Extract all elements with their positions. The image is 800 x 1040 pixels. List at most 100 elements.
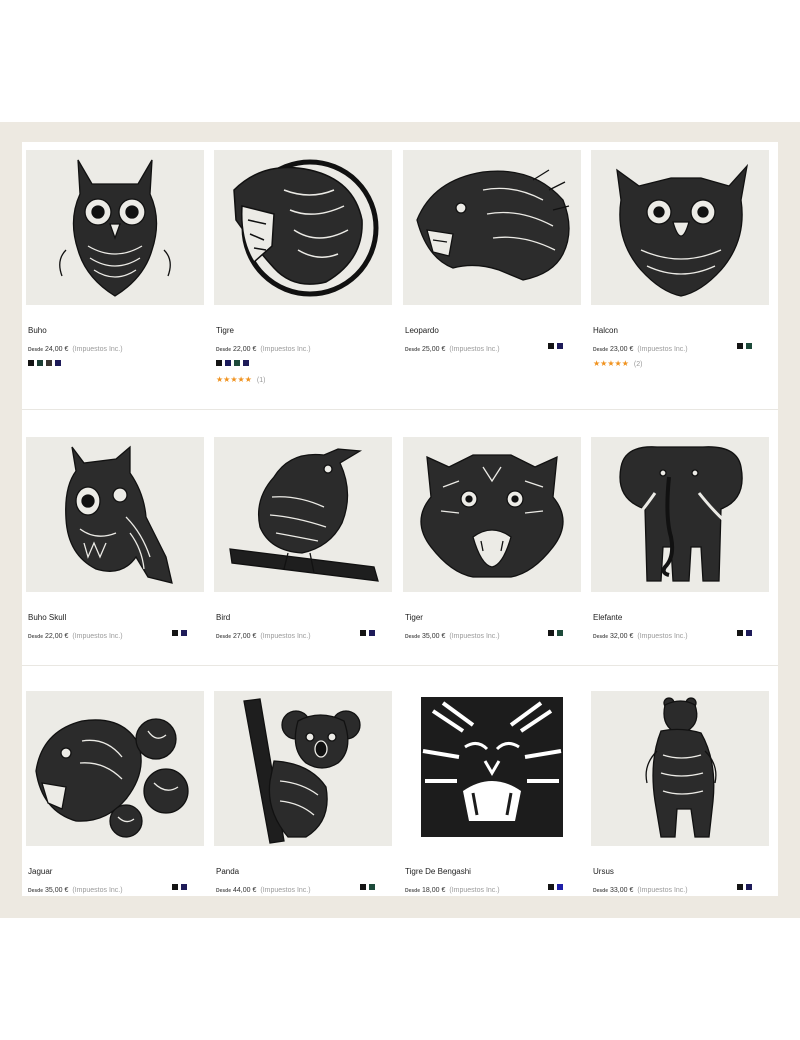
product-rating[interactable]: ★★★★★ (1) — [216, 376, 265, 384]
color-swatch-black[interactable] — [737, 343, 743, 349]
product-image[interactable] — [26, 691, 204, 846]
product-title[interactable]: Tiger — [405, 613, 423, 622]
product-price: 24,00 € — [45, 346, 69, 353]
color-swatch-navy[interactable] — [225, 360, 231, 366]
color-swatch-black[interactable] — [548, 630, 554, 636]
product-title[interactable]: Tigre — [216, 326, 234, 335]
color-swatch-navy[interactable] — [243, 360, 249, 366]
color-swatch-navy[interactable] — [181, 630, 187, 636]
jaguar-icon — [35, 718, 189, 838]
color-swatch-black[interactable] — [548, 884, 554, 890]
color-swatch-navy[interactable] — [746, 884, 752, 890]
color-swatch-navy[interactable] — [557, 343, 563, 349]
product-title[interactable]: Jaguar — [28, 867, 52, 876]
product-title[interactable]: Halcon — [593, 326, 618, 335]
tax-note: (Impuestos Inc.) — [637, 633, 688, 640]
tax-note: (Impuestos Inc.) — [449, 887, 500, 894]
bengal-tiger-icon — [421, 697, 563, 837]
product-title[interactable]: Leopardo — [405, 326, 439, 335]
review-count: (1) — [256, 376, 266, 384]
color-swatches — [216, 360, 249, 366]
color-swatch-black[interactable] — [216, 360, 222, 366]
product-price: 33,00 € — [610, 887, 634, 894]
product-image[interactable] — [591, 437, 769, 592]
tax-note: (Impuestos Inc.) — [449, 346, 500, 353]
product-title[interactable]: Buho — [28, 326, 47, 335]
price-prefix: Desde — [216, 347, 232, 353]
color-swatch-navy[interactable] — [55, 360, 61, 366]
price-line: Desde 23,00 € (Impuestos Inc.) — [593, 346, 688, 353]
tax-note: (Impuestos Inc.) — [72, 887, 123, 894]
price-line: Desde 32,00 € (Impuestos Inc.) — [593, 633, 688, 640]
color-swatch-green[interactable] — [234, 360, 240, 366]
product-image[interactable] — [403, 437, 581, 592]
product-title[interactable]: Panda — [216, 867, 239, 876]
product-price: 35,00 € — [45, 887, 69, 894]
product-image[interactable] — [403, 691, 581, 846]
row-divider — [22, 409, 778, 410]
price-line: Desde 22,00 € (Impuestos Inc.) — [28, 633, 123, 640]
color-swatch-black[interactable] — [548, 343, 554, 349]
product-image[interactable] — [214, 691, 392, 846]
color-swatches — [360, 884, 375, 890]
color-swatch-black[interactable] — [360, 630, 366, 636]
color-swatches — [737, 884, 752, 890]
price-line: Desde 33,00 € (Impuestos Inc.) — [593, 887, 688, 894]
product-title[interactable]: Ursus — [593, 867, 614, 876]
color-swatch-green[interactable] — [746, 343, 752, 349]
color-swatch-green[interactable] — [369, 884, 375, 890]
product-image[interactable] — [26, 150, 204, 305]
tiger-icon — [420, 454, 564, 578]
product-image[interactable] — [591, 150, 769, 305]
bear-icon — [645, 697, 717, 838]
color-swatch-navy[interactable] — [369, 630, 375, 636]
product-image[interactable] — [591, 691, 769, 846]
color-swatches — [548, 884, 563, 890]
color-swatch-blue[interactable] — [557, 884, 563, 890]
product-title[interactable]: Buho Skull — [28, 613, 66, 622]
product-title[interactable]: Bird — [216, 613, 230, 622]
tax-note: (Impuestos Inc.) — [637, 346, 688, 353]
price-prefix: Desde — [216, 634, 232, 640]
color-swatch-green[interactable] — [557, 630, 563, 636]
product-image[interactable] — [403, 150, 581, 305]
price-line: Desde 35,00 € (Impuestos Inc.) — [405, 633, 500, 640]
color-swatch-black[interactable] — [172, 884, 178, 890]
product-rating[interactable]: ★★★★★ (2) — [593, 360, 642, 368]
koala-icon — [243, 698, 361, 844]
product-price: 32,00 € — [610, 633, 634, 640]
color-swatches — [737, 343, 752, 349]
bird-icon — [229, 448, 379, 582]
color-swatch-navy[interactable] — [746, 630, 752, 636]
review-count: (2) — [633, 360, 643, 368]
tax-note: (Impuestos Inc.) — [72, 633, 123, 640]
product-image[interactable] — [214, 150, 392, 305]
color-swatch-black[interactable] — [737, 630, 743, 636]
product-image[interactable] — [214, 437, 392, 592]
row-divider — [22, 665, 778, 666]
color-swatch-brown[interactable] — [46, 360, 52, 366]
product-price: 23,00 € — [610, 346, 634, 353]
color-swatches — [172, 630, 187, 636]
price-prefix: Desde — [593, 347, 609, 353]
color-swatches — [360, 630, 375, 636]
price-line: Desde 25,00 € (Impuestos Inc.) — [405, 346, 500, 353]
product-price: 22,00 € — [45, 633, 69, 640]
color-swatch-black[interactable] — [28, 360, 34, 366]
color-swatches — [737, 630, 752, 636]
color-swatch-green[interactable] — [37, 360, 43, 366]
color-swatches — [548, 343, 563, 349]
price-prefix: Desde — [405, 888, 421, 894]
price-line: Desde 22,00 € (Impuestos Inc.) — [216, 346, 311, 353]
price-prefix: Desde — [28, 347, 44, 353]
owl-icon — [59, 159, 171, 297]
color-swatch-black[interactable] — [360, 884, 366, 890]
color-swatch-black[interactable] — [737, 884, 743, 890]
price-prefix: Desde — [593, 634, 609, 640]
product-image[interactable] — [26, 437, 204, 592]
rating-stars: ★★★★★ — [593, 359, 629, 368]
color-swatch-black[interactable] — [172, 630, 178, 636]
color-swatch-navy[interactable] — [181, 884, 187, 890]
product-title[interactable]: Elefante — [593, 613, 622, 622]
product-title[interactable]: Tigre De Bengashi — [405, 867, 471, 876]
